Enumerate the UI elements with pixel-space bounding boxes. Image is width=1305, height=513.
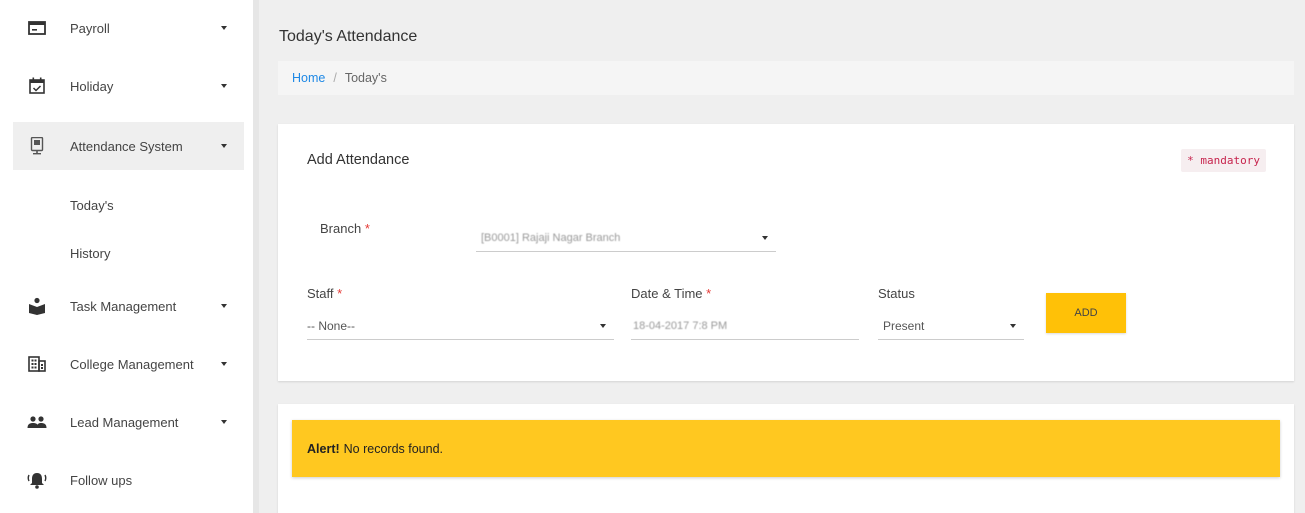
payroll-icon: [27, 18, 47, 38]
datetime-value: 18-04-2017 7:8 PM: [633, 319, 728, 332]
status-label: Status: [878, 286, 915, 301]
sidebar-item-holiday[interactable]: Holiday: [13, 62, 244, 110]
sidebar-item-label: Task Management: [70, 298, 177, 314]
caret-down-icon: [221, 362, 227, 366]
alert-message: No records found.: [343, 441, 444, 456]
chevron-down-icon: [1010, 324, 1016, 328]
sidebar-item-label: Holiday: [70, 78, 114, 94]
branch-select[interactable]: [B0001] Rajaji Nagar Branch: [476, 224, 776, 252]
card-title: Add Attendance: [307, 152, 410, 168]
required-marker: *: [364, 221, 370, 236]
datetime-label-text: Date & Time: [631, 286, 703, 301]
sidebar-item-payroll[interactable]: Payroll: [13, 4, 244, 52]
branch-label-text: Branch: [320, 221, 362, 236]
calendar-check-icon: [27, 76, 47, 96]
sidebar-item-lead-management[interactable]: Lead Management: [13, 398, 244, 446]
building-icon: [27, 354, 47, 374]
sidebar-item-college-management[interactable]: College Management: [13, 340, 244, 388]
sidebar-item-label: Payroll: [70, 20, 110, 36]
sidebar-item-label: Lead Management: [70, 414, 179, 430]
main-content: Today's Attendance Home / Today's Add At…: [259, 0, 1305, 513]
branch-value: [B0001] Rajaji Nagar Branch: [481, 231, 621, 244]
status-value: Present: [883, 318, 925, 333]
caret-down-icon: [221, 420, 227, 424]
datetime-label: Date & Time *: [631, 286, 711, 301]
caret-down-icon: [221, 304, 227, 308]
sidebar-subitem-todays[interactable]: Today's: [70, 198, 114, 213]
caret-down-icon: [221, 84, 227, 88]
add-attendance-card: Add Attendance * mandatory Branch * [B00…: [278, 124, 1294, 381]
sidebar-item-task-management[interactable]: Task Management: [13, 282, 244, 330]
staff-label: Staff *: [307, 286, 342, 301]
caret-down-icon: [221, 26, 227, 30]
attendance-icon: [27, 136, 47, 156]
status-select[interactable]: Present: [878, 312, 1024, 340]
required-marker: *: [337, 286, 343, 301]
caret-down-icon: [221, 144, 227, 148]
staff-select[interactable]: -- None--: [307, 312, 614, 340]
page-title: Today's Attendance: [279, 28, 418, 45]
alert-strong: Alert!: [307, 441, 340, 456]
sidebar-item-label: Follow ups: [70, 472, 133, 488]
breadcrumb-current: Today's: [344, 71, 387, 85]
datetime-input[interactable]: 18-04-2017 7:8 PM: [631, 312, 859, 340]
add-button[interactable]: ADD: [1046, 293, 1126, 333]
breadcrumb: Home / Today's: [278, 61, 1294, 95]
breadcrumb-separator: /: [333, 71, 337, 85]
chevron-down-icon: [762, 236, 768, 240]
sidebar-item-attendance-system[interactable]: Attendance System: [13, 122, 244, 170]
task-icon: [27, 296, 47, 316]
sidebar-item-label: College Management: [70, 356, 194, 372]
staff-label-text: Staff: [307, 286, 334, 301]
mandatory-note: * mandatory: [1181, 149, 1266, 172]
bell-icon: [27, 470, 47, 490]
no-records-alert: Alert! No records found.: [292, 420, 1280, 477]
sidebar-item-follow-ups[interactable]: Follow ups: [13, 456, 244, 504]
people-icon: [27, 412, 47, 432]
required-marker: *: [706, 286, 712, 301]
breadcrumb-home-link[interactable]: Home: [292, 71, 325, 85]
sidebar-item-label: Attendance System: [70, 138, 183, 154]
branch-label: Branch *: [320, 221, 370, 236]
chevron-down-icon: [600, 324, 606, 328]
sidebar-subitem-history[interactable]: History: [70, 246, 110, 261]
sidebar: Payroll Holiday Attendance System Today'…: [0, 0, 253, 513]
records-card: Alert! No records found.: [278, 404, 1294, 513]
staff-value: -- None--: [307, 318, 356, 333]
